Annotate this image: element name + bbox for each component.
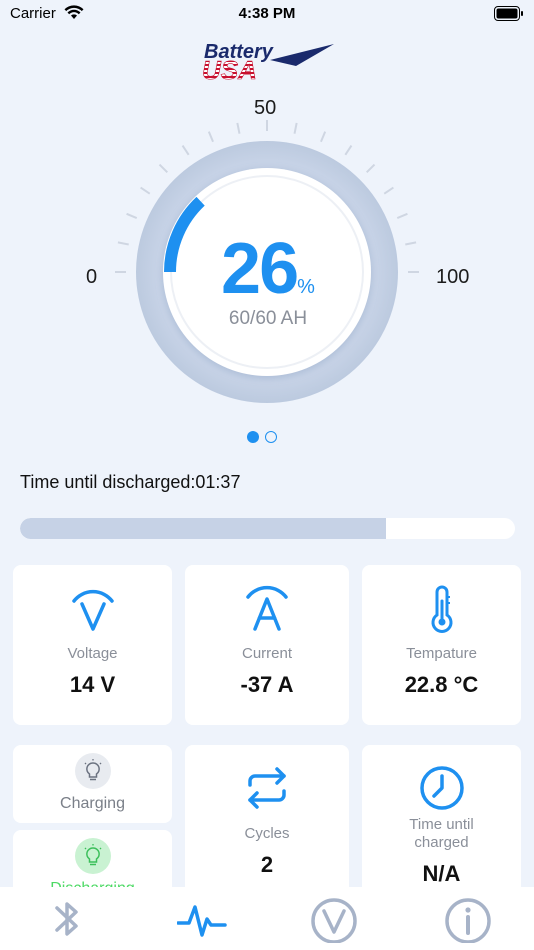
capacity-readout: 60/60 AH bbox=[228, 308, 308, 329]
cycles-value: 2 bbox=[260, 852, 274, 877]
lightbulb-off-icon bbox=[74, 753, 111, 789]
gauge-tick bbox=[405, 241, 417, 246]
clock-time: 4:38 PM bbox=[238, 5, 296, 22]
gauge-tick bbox=[365, 163, 376, 174]
voltage-value: 14 V bbox=[69, 672, 116, 697]
voltage-card: Voltage 14 V bbox=[13, 565, 172, 725]
voltage-label: Voltage bbox=[67, 645, 118, 662]
tab-bar bbox=[0, 887, 534, 950]
gauge-tick bbox=[158, 163, 169, 174]
current-label: Current bbox=[241, 645, 293, 662]
gauge-tick bbox=[293, 122, 298, 134]
gauge-tick bbox=[236, 122, 241, 134]
info-icon bbox=[445, 898, 491, 944]
gauge-tick bbox=[126, 212, 138, 219]
cycles-label: Cycles bbox=[244, 825, 290, 842]
gauge-label-min: 0 bbox=[86, 266, 98, 288]
gauge-tick bbox=[396, 212, 408, 219]
discharge-progress-bar bbox=[20, 518, 515, 539]
tab-monitor[interactable] bbox=[176, 895, 227, 943]
time-until-discharged: Time until discharged:01:37 bbox=[20, 472, 241, 492]
page-indicator[interactable] bbox=[247, 431, 287, 445]
charge-percent: 26 bbox=[221, 229, 299, 309]
status-bar: Carrier 4:38 PM bbox=[0, 0, 534, 28]
current-card: Current -37 A bbox=[185, 565, 349, 725]
current-icon bbox=[246, 585, 288, 631]
tab-info[interactable] bbox=[443, 895, 493, 944]
repeat-cycle-icon bbox=[248, 767, 286, 809]
gauge-tick bbox=[344, 145, 353, 156]
time-until-charged-value: N/A bbox=[422, 861, 461, 886]
voltage-icon bbox=[71, 589, 114, 631]
gauge-readout: 26% 60/60 AH bbox=[168, 178, 368, 368]
temperature-label: Tempature bbox=[406, 645, 477, 662]
clock-icon bbox=[419, 766, 464, 810]
temperature-card: Tempature 22.8 °C bbox=[362, 565, 521, 725]
gauge-label-mid: 50 bbox=[254, 97, 277, 119]
current-value: -37 A bbox=[240, 672, 294, 697]
bluetooth-icon bbox=[55, 902, 78, 936]
gauge-label-max: 100 bbox=[436, 266, 470, 288]
tab-voltage[interactable] bbox=[309, 895, 359, 944]
page-dot-1[interactable] bbox=[247, 431, 259, 443]
time-until-charged-label: Time until charged bbox=[362, 816, 521, 852]
thermometer-icon bbox=[431, 585, 452, 633]
gauge-tick bbox=[117, 241, 129, 246]
temperature-value: 22.8 °C bbox=[404, 672, 479, 697]
battery-usa-logo: Battery USA bbox=[202, 41, 334, 82]
time-until-charged-label-line1: Time until bbox=[409, 816, 474, 833]
discharge-progress-fill bbox=[20, 518, 387, 539]
charge-percent-unit: % bbox=[297, 276, 315, 298]
charging-label: Charging bbox=[60, 795, 125, 812]
logo-line2: USA bbox=[202, 55, 257, 82]
gauge-tick bbox=[207, 131, 214, 143]
time-until-charged-label-line2: charged bbox=[414, 834, 469, 851]
voltage-circle-icon bbox=[311, 898, 357, 944]
gauge-tick bbox=[383, 186, 394, 195]
page-dot-2[interactable] bbox=[265, 431, 277, 443]
lightbulb-on-icon bbox=[74, 838, 111, 874]
gauge-tick bbox=[320, 131, 327, 143]
tab-bluetooth[interactable] bbox=[42, 895, 92, 943]
pulse-icon bbox=[176, 905, 227, 937]
cycles-card: Cycles 2 bbox=[185, 745, 349, 905]
time-until-charged-card: Time until charged N/A bbox=[362, 745, 521, 905]
gauge-tick bbox=[181, 145, 190, 156]
battery-status-icon bbox=[494, 6, 523, 21]
charging-card[interactable]: Charging bbox=[13, 745, 172, 823]
gauge-tick bbox=[140, 186, 151, 195]
